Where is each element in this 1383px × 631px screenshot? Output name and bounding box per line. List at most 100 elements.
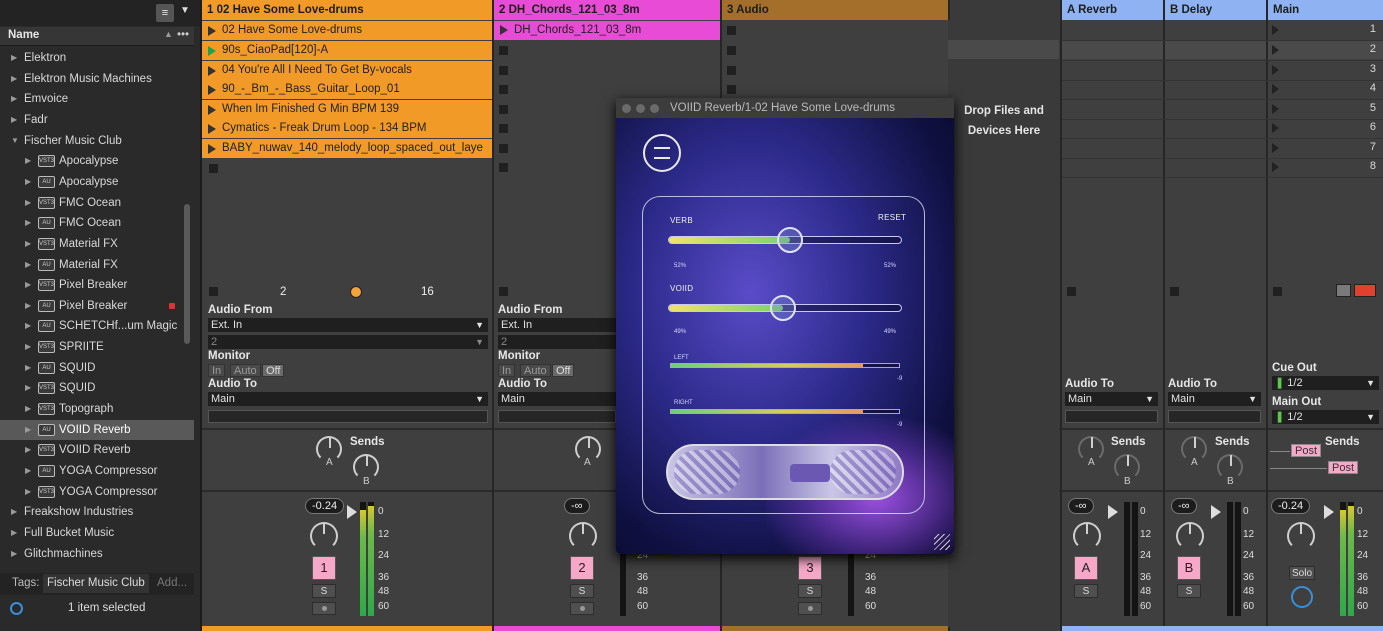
add-tag-button[interactable]: Add...: [157, 577, 187, 589]
chevron-right-icon[interactable]: ▶: [25, 358, 31, 378]
plugin-window[interactable]: VOIID Reverb/1-02 Have Some Love-drums V…: [616, 98, 954, 554]
continue-icon[interactable]: [1336, 284, 1351, 297]
chevron-right-icon[interactable]: ▶: [25, 296, 31, 316]
audio-to-select[interactable]: Main ▼: [208, 392, 488, 406]
chevron-right-icon[interactable]: ▶: [25, 172, 31, 192]
audio-to-select[interactable]: Main ▼: [1065, 392, 1158, 406]
stop-icon[interactable]: [499, 85, 508, 94]
chevron-right-icon[interactable]: ▶: [25, 255, 31, 275]
browser-item[interactable]: ▶ Full Bucket Music: [0, 523, 194, 543]
browser-item[interactable]: ▶ AU Apocalypse: [0, 172, 194, 192]
drop-zone[interactable]: Drop Files and Devices Here: [948, 20, 1059, 627]
monitor-auto-button[interactable]: Auto: [230, 364, 261, 377]
minimize-icon[interactable]: [636, 104, 645, 113]
stop-icon[interactable]: [499, 124, 508, 133]
chevron-right-icon[interactable]: ▶: [11, 69, 17, 89]
filter-icon[interactable]: ≡: [156, 4, 174, 22]
scene-launch-icon[interactable]: [1272, 104, 1279, 114]
clip-slot[interactable]: BABY_nuwav_140_melody_loop_spaced_out_la…: [202, 139, 492, 158]
scene-number[interactable]: 3: [1342, 63, 1376, 75]
quantize-value[interactable]: 2: [280, 286, 286, 298]
clip-slot[interactable]: 90_-_Bm_-_Bass_Guitar_Loop_01: [202, 80, 492, 99]
sort-icon[interactable]: ▲: [164, 29, 173, 39]
track-2-header[interactable]: 2 DH_Chords_121_03_8m: [494, 0, 720, 20]
main-header[interactable]: Main: [1268, 0, 1383, 20]
monitor-in-button[interactable]: In: [208, 364, 226, 377]
scene-number[interactable]: 6: [1342, 121, 1376, 133]
arm-button[interactable]: [312, 602, 336, 615]
track-activator[interactable]: 2: [570, 556, 594, 580]
play-icon[interactable]: [208, 84, 216, 95]
solo-button[interactable]: S: [570, 584, 594, 598]
stop-icon[interactable]: [499, 287, 508, 296]
chevron-right-icon[interactable]: ▶: [11, 89, 17, 109]
stop-icon[interactable]: [727, 85, 736, 94]
browser-item[interactable]: ▶ Elektron Music Machines: [0, 69, 194, 89]
info-icon[interactable]: [10, 602, 23, 615]
scene-launch-icon[interactable]: [1272, 162, 1279, 172]
volume-field[interactable]: -0.24: [305, 498, 345, 514]
input-channel-select[interactable]: 2 ▼: [208, 335, 488, 349]
chevron-down-icon[interactable]: ▼: [180, 5, 190, 16]
output-channel-field[interactable]: [1168, 410, 1261, 423]
clip-slot[interactable]: Cymatics - Freak Drum Loop - 134 BPM: [202, 119, 492, 138]
stop-icon[interactable]: [727, 66, 736, 75]
browser-item[interactable]: ▼ Fischer Music Club: [0, 131, 194, 151]
browser-item[interactable]: ▶ VST3 Pixel Breaker: [0, 275, 194, 295]
solo-button[interactable]: S: [312, 584, 336, 598]
browser-item[interactable]: ▶ VST3 Apocalypse: [0, 151, 194, 171]
main-out-select[interactable]: ❚ 1/2 ▼: [1272, 410, 1379, 424]
chevron-right-icon[interactable]: ▶: [25, 399, 31, 419]
stop-icon[interactable]: [499, 105, 508, 114]
return-a-header[interactable]: A Reverb: [1062, 0, 1163, 20]
cue-out-select[interactable]: ❚ 1/2 ▼: [1272, 376, 1379, 390]
scene-number[interactable]: 7: [1342, 141, 1376, 153]
solo-button[interactable]: Solo: [1289, 566, 1315, 580]
chevron-right-icon[interactable]: ▶: [25, 316, 31, 336]
monitor-off-button[interactable]: Off: [552, 364, 575, 377]
browser-item[interactable]: ▶ VST3 VOIID Reverb: [0, 440, 194, 460]
monitor-off-button[interactable]: Off: [262, 364, 285, 377]
plugin-title-bar[interactable]: VOIID Reverb/1-02 Have Some Love-drums: [616, 98, 954, 118]
browser-item[interactable]: ▶ Fadr: [0, 110, 194, 130]
chevron-right-icon[interactable]: ▶: [11, 110, 17, 130]
fader-handle[interactable]: [1324, 505, 1334, 519]
play-icon[interactable]: [208, 65, 216, 76]
scene-launch-icon[interactable]: [1272, 65, 1279, 75]
post-button[interactable]: Post: [1291, 444, 1322, 457]
browser-item[interactable]: ▶ Glitchmachines: [0, 544, 194, 564]
chevron-right-icon[interactable]: ▶: [25, 440, 31, 460]
browser-scrollbar[interactable]: [184, 204, 190, 344]
stop-icon[interactable]: [499, 46, 508, 55]
pan-knob[interactable]: [1073, 522, 1101, 550]
chevron-right-icon[interactable]: ▶: [25, 461, 31, 481]
browser-column-header[interactable]: Name ▲ •••: [0, 27, 194, 46]
clip-slot[interactable]: 90s_CiaoPad[120]-A: [202, 41, 492, 60]
volume-field[interactable]: -∞: [1171, 498, 1197, 514]
audio-to-select[interactable]: Main ▼: [1168, 392, 1261, 406]
voiid-handle[interactable]: [769, 295, 796, 321]
browser-item[interactable]: ▶ VST3 SPRIITE: [0, 337, 194, 357]
pan-knob[interactable]: [310, 522, 338, 550]
chevron-right-icon[interactable]: ▶: [25, 337, 31, 357]
stop-icon[interactable]: [727, 26, 736, 35]
track-1-header[interactable]: 1 02 Have Some Love-drums: [202, 0, 492, 20]
scene-launch-icon[interactable]: [1272, 25, 1279, 35]
verb-handle[interactable]: [776, 227, 803, 253]
scene-number[interactable]: 5: [1342, 102, 1376, 114]
scene-number[interactable]: 4: [1342, 82, 1376, 94]
quantize-value[interactable]: 16: [421, 286, 434, 298]
solo-button[interactable]: S: [1177, 584, 1201, 598]
post-button[interactable]: Post: [1328, 461, 1359, 474]
chevron-right-icon[interactable]: ▶: [25, 213, 31, 233]
pan-knob[interactable]: [1287, 522, 1315, 550]
stop-icon[interactable]: [727, 46, 736, 55]
audio-from-select[interactable]: Ext. In ▼: [208, 318, 488, 332]
chevron-right-icon[interactable]: ▶: [25, 420, 31, 440]
stop-icon[interactable]: [499, 163, 508, 172]
stop-icon[interactable]: [209, 164, 218, 173]
play-icon[interactable]: [208, 143, 216, 154]
scene-launch-icon[interactable]: [1272, 45, 1279, 55]
browser-item[interactable]: ▶ VST3 SQUID: [0, 378, 194, 398]
pan-knob[interactable]: [569, 522, 597, 550]
